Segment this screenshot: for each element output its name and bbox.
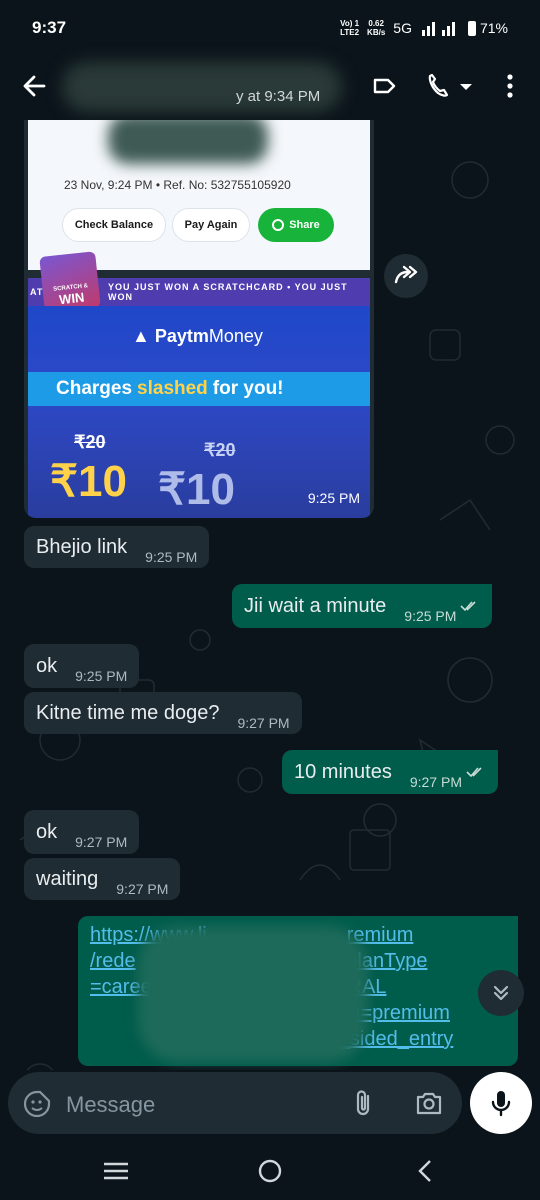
paytm-money-ad: ▲ PaytmMoney Charges slashed for you! ₹2…	[28, 306, 370, 518]
incoming-message[interactable]: ok 9:27 PM	[24, 810, 140, 854]
incoming-message[interactable]: Kitne time me doge? 9:27 PM	[24, 692, 302, 734]
battery-icon	[467, 21, 476, 37]
back-icon[interactable]	[406, 1156, 446, 1186]
payment-receipt: 23 Nov, 9:24 PM • Ref. No: 532755105920 …	[28, 120, 370, 270]
receipt-meta: 23 Nov, 9:24 PM • Ref. No: 532755105920	[64, 178, 291, 192]
status-time: 9:37	[32, 18, 67, 37]
image-message[interactable]: 23 Nov, 9:24 PM • Ref. No: 532755105920 …	[24, 120, 374, 518]
network-type: 5G	[393, 20, 412, 36]
back-arrow-icon[interactable]	[18, 68, 54, 104]
whatsapp-icon	[272, 219, 285, 231]
incoming-message[interactable]: waiting 9:27 PM	[24, 858, 181, 900]
more-options-icon[interactable]	[492, 68, 528, 104]
status-icons: Vo) 1 LTE2 0.62 KB/s 5G 71%	[340, 19, 508, 37]
link-redacted	[138, 926, 368, 1062]
chat-area[interactable]: 23 Nov, 9:24 PM • Ref. No: 532755105920 …	[0, 120, 540, 1070]
battery-level: 71%	[479, 19, 508, 36]
scratch-win-card: SCRATCH & WIN	[39, 251, 101, 313]
chat-header: y at 9:34 PM	[0, 56, 540, 120]
charges-slashed-banner: Charges slashed for you!	[28, 372, 370, 406]
old-price-2: ₹20	[204, 440, 236, 460]
message-composer: Message	[8, 1072, 462, 1134]
sticker-icon[interactable]	[22, 1089, 52, 1119]
home-icon[interactable]	[250, 1156, 290, 1186]
last-seen: y at 9:34 PM	[236, 88, 321, 105]
read-ticks-icon	[466, 767, 482, 778]
forward-button[interactable]	[384, 254, 428, 298]
label-icon[interactable]	[366, 68, 402, 104]
microphone-icon	[491, 1091, 511, 1117]
scroll-to-bottom-button[interactable]	[478, 970, 524, 1016]
attach-icon[interactable]	[350, 1088, 378, 1118]
signal-icon	[421, 22, 455, 36]
new-price-2: ₹10	[158, 465, 235, 514]
message-input[interactable]: Message	[66, 1092, 155, 1118]
outgoing-link-message[interactable]: https://www.li remium /rede Fb&planType =c…	[78, 916, 518, 1066]
chevron-down-icon[interactable]	[456, 68, 476, 104]
incoming-message[interactable]: Bhejio link 9:25 PM	[24, 526, 210, 568]
voice-message-button[interactable]	[470, 1072, 532, 1134]
call-icon[interactable]	[420, 68, 456, 104]
amount-redacted	[108, 120, 268, 164]
incoming-message[interactable]: ok 9:25 PM	[24, 644, 140, 688]
new-price-1: ₹10	[50, 457, 127, 506]
system-navigation-bar	[0, 1142, 540, 1200]
network-speed: 0.62 KB/s	[367, 19, 386, 37]
share-button: Share	[258, 208, 334, 242]
paytm-money-logo: ▲ PaytmMoney	[132, 326, 263, 346]
camera-icon[interactable]	[414, 1089, 444, 1117]
double-chevron-down-icon	[493, 985, 509, 1001]
forward-icon	[394, 265, 418, 284]
old-price-1: ₹20	[74, 432, 106, 452]
status-bar: 9:37 Vo) 1 LTE2 0.62 KB/s 5G 71%	[0, 0, 540, 56]
volte-indicator: Vo) 1 LTE2	[340, 19, 360, 37]
recent-apps-icon[interactable]	[96, 1156, 136, 1186]
message-time: 9:25 PM	[307, 490, 360, 506]
pay-again-button: Pay Again	[172, 208, 250, 242]
outgoing-message[interactable]: 10 minutes 9:27 PM	[282, 750, 498, 794]
check-balance-button: Check Balance	[62, 208, 166, 242]
read-ticks-icon	[460, 601, 476, 612]
outgoing-message[interactable]: Jii wait a minute 9:25 PM	[232, 584, 493, 628]
